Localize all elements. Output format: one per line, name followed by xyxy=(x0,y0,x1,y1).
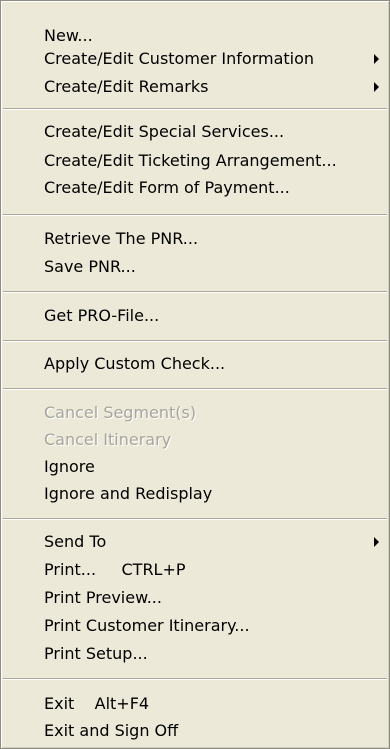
separator xyxy=(3,214,387,216)
menu-item-remarks[interactable]: Create/Edit Remarks xyxy=(44,74,379,100)
menu-item-label: Print... CTRL+P xyxy=(44,560,186,579)
menu-item-label: Ignore and Redisplay xyxy=(44,484,213,503)
separator xyxy=(3,388,387,390)
menu-item-label: Cancel Segment(s) xyxy=(44,403,197,422)
menu-item-label: Print Customer Itinerary... xyxy=(44,616,250,635)
menu-item-label: New... xyxy=(44,26,93,45)
submenu-arrow-icon xyxy=(374,537,379,547)
menu-item-label: Print Preview... xyxy=(44,588,162,607)
submenu-arrow-icon xyxy=(374,82,379,92)
menu-item-label: Create/Edit Form of Payment... xyxy=(44,178,290,197)
menu-item-get-pro-file[interactable]: Get PRO-File... xyxy=(44,303,379,329)
menu-item-retrieve-pnr[interactable]: Retrieve The PNR... xyxy=(44,226,379,252)
menu-item-label: Print Setup... xyxy=(44,644,148,663)
menu-item-label: Apply Custom Check... xyxy=(44,354,226,373)
menu-item-ignore[interactable]: Ignore xyxy=(44,454,379,480)
menu-item-label: Exit and Sign Off xyxy=(44,721,179,740)
menu-item-label: Cancel Itinerary xyxy=(44,430,172,449)
menu-item-print-setup[interactable]: Print Setup... xyxy=(44,641,379,667)
menu-item-ticketing-arrangement[interactable]: Create/Edit Ticketing Arrangement... xyxy=(44,148,379,174)
menu-item-cancel-segments: Cancel Segment(s) xyxy=(44,400,379,426)
menu-item-label: Create/Edit Remarks xyxy=(44,77,209,96)
menu-item-print-preview[interactable]: Print Preview... xyxy=(44,585,379,611)
menu-item-form-of-payment[interactable]: Create/Edit Form of Payment... xyxy=(44,175,379,201)
menu-item-print[interactable]: Print... CTRL+P xyxy=(44,557,379,583)
menu-item-label: Get PRO-File... xyxy=(44,306,160,325)
separator xyxy=(3,518,387,520)
menu-item-exit[interactable]: Exit Alt+F4 xyxy=(44,691,379,717)
menu-item-label: Exit Alt+F4 xyxy=(44,694,150,713)
separator xyxy=(3,108,387,110)
menu-item-send-to[interactable]: Send To xyxy=(44,529,379,555)
menu-item-label: Create/Edit Special Services... xyxy=(44,122,285,141)
menu-item-label: Ignore xyxy=(44,457,95,476)
context-menu: New... Create/Edit Customer Information … xyxy=(0,0,390,749)
menu-item-customer-information[interactable]: Create/Edit Customer Information xyxy=(44,46,379,72)
menu-item-print-customer-itinerary[interactable]: Print Customer Itinerary... xyxy=(44,613,379,639)
separator xyxy=(3,340,387,342)
menu-item-label: Save PNR... xyxy=(44,257,136,276)
menu-item-label: Create/Edit Customer Information xyxy=(44,49,315,68)
menu-item-save-pnr[interactable]: Save PNR... xyxy=(44,254,379,280)
menu-item-exit-and-sign-off[interactable]: Exit and Sign Off xyxy=(44,718,379,744)
separator xyxy=(3,291,387,293)
menu-item-label: Retrieve The PNR... xyxy=(44,229,199,248)
menu-item-label: Send To xyxy=(44,532,107,551)
menu-item-cancel-itinerary: Cancel Itinerary xyxy=(44,427,379,453)
menu-item-apply-custom-check[interactable]: Apply Custom Check... xyxy=(44,351,379,377)
menu-item-special-services[interactable]: Create/Edit Special Services... xyxy=(44,119,379,145)
menu-item-label: Create/Edit Ticketing Arrangement... xyxy=(44,151,337,170)
separator xyxy=(3,678,387,680)
submenu-arrow-icon xyxy=(374,54,379,64)
menu-item-ignore-and-redisplay[interactable]: Ignore and Redisplay xyxy=(44,481,379,507)
